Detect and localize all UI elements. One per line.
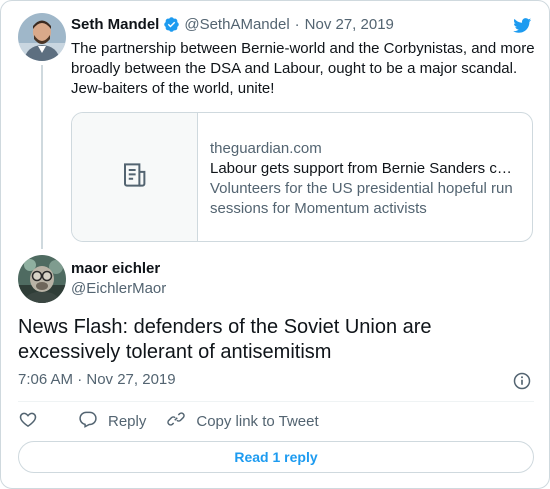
copy-link-label: Copy link to Tweet <box>196 412 319 430</box>
author-name[interactable]: Seth Mandel <box>71 16 159 33</box>
tweet-timestamp[interactable]: 7:06 AM · Nov 27, 2019 <box>18 371 176 388</box>
heart-icon <box>18 409 48 433</box>
read-replies-button[interactable]: Read 1 reply <box>18 441 534 473</box>
link-title: Labour gets support from Bernie Sanders … <box>210 160 512 177</box>
link-preview-body: theguardian.com Labour gets support from… <box>198 113 532 241</box>
document-icon <box>120 160 150 195</box>
link-domain: theguardian.com <box>210 140 322 157</box>
divider <box>18 401 534 402</box>
parent-tweet-text: The partnership between Bernie-world and… <box>71 40 535 97</box>
separator-dot: · <box>294 16 300 33</box>
avatar[interactable] <box>18 255 66 303</box>
tweet-date[interactable]: Nov 27, 2019 <box>305 16 394 33</box>
twitter-bird-icon[interactable] <box>511 16 533 35</box>
link-thumbnail <box>72 113 198 241</box>
info-icon[interactable] <box>512 371 532 391</box>
parent-tweet-header: Seth Mandel @SethAMandel · Nov 27, 2019 <box>71 16 394 33</box>
tweet-actions: Reply Copy link to Tweet <box>18 410 339 432</box>
author-name[interactable]: maor eichler <box>71 260 160 277</box>
author-handle[interactable]: @SethAMandel <box>184 16 289 33</box>
main-tweet-text: News Flash: defenders of the Soviet Unio… <box>18 316 432 363</box>
author-handle[interactable]: @EichlerMaor <box>71 280 166 297</box>
thread-connector-line <box>41 65 43 249</box>
link-icon <box>166 409 196 433</box>
embedded-tweet-card: Seth Mandel @SethAMandel · Nov 27, 2019 … <box>0 0 550 489</box>
copy-link-button[interactable]: Copy link to Tweet <box>166 409 319 433</box>
like-button[interactable] <box>18 409 48 433</box>
reply-button[interactable]: Reply <box>78 409 146 433</box>
reply-label: Reply <box>108 412 147 430</box>
link-description: Volunteers for the US presidential hopef… <box>210 180 513 217</box>
verified-badge-icon <box>163 16 180 33</box>
avatar[interactable] <box>18 13 66 61</box>
reply-bubble-icon <box>78 409 108 433</box>
link-preview-card[interactable]: theguardian.com Labour gets support from… <box>71 112 533 242</box>
